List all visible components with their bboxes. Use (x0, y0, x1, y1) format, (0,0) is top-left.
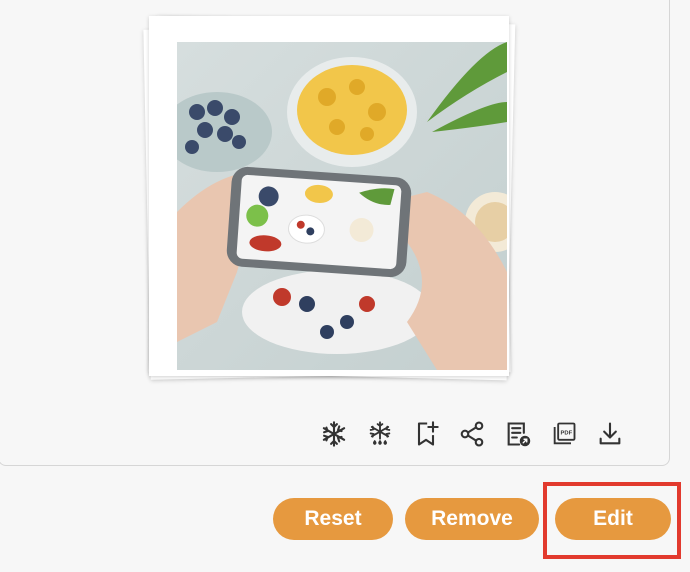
snowflake-icon (322, 421, 346, 447)
share-icon (460, 421, 484, 447)
pdf-icon: PDF (553, 422, 576, 445)
photo[interactable] (177, 42, 507, 370)
snowflake-drops-icon (369, 421, 391, 445)
unfreeze-button[interactable] (357, 416, 403, 452)
download-icon (599, 422, 621, 445)
document-link-button[interactable] (495, 416, 541, 452)
photo-stack (139, 8, 519, 388)
image-toolbar: PDF (311, 416, 633, 452)
share-button[interactable] (449, 416, 495, 452)
bookmark-add-icon (417, 421, 439, 446)
svg-text:PDF: PDF (560, 431, 572, 437)
document-link-icon (507, 422, 531, 447)
polaroid-front (149, 16, 509, 376)
image-card: PDF (0, 0, 670, 466)
bookmark-add-button[interactable] (403, 416, 449, 452)
freeze-button[interactable] (311, 416, 357, 452)
download-button[interactable] (587, 416, 633, 452)
remove-button[interactable]: Remove (405, 498, 539, 540)
reset-button[interactable]: Reset (273, 498, 393, 540)
edit-button-highlight (543, 482, 681, 559)
pdf-button[interactable]: PDF (541, 416, 587, 452)
